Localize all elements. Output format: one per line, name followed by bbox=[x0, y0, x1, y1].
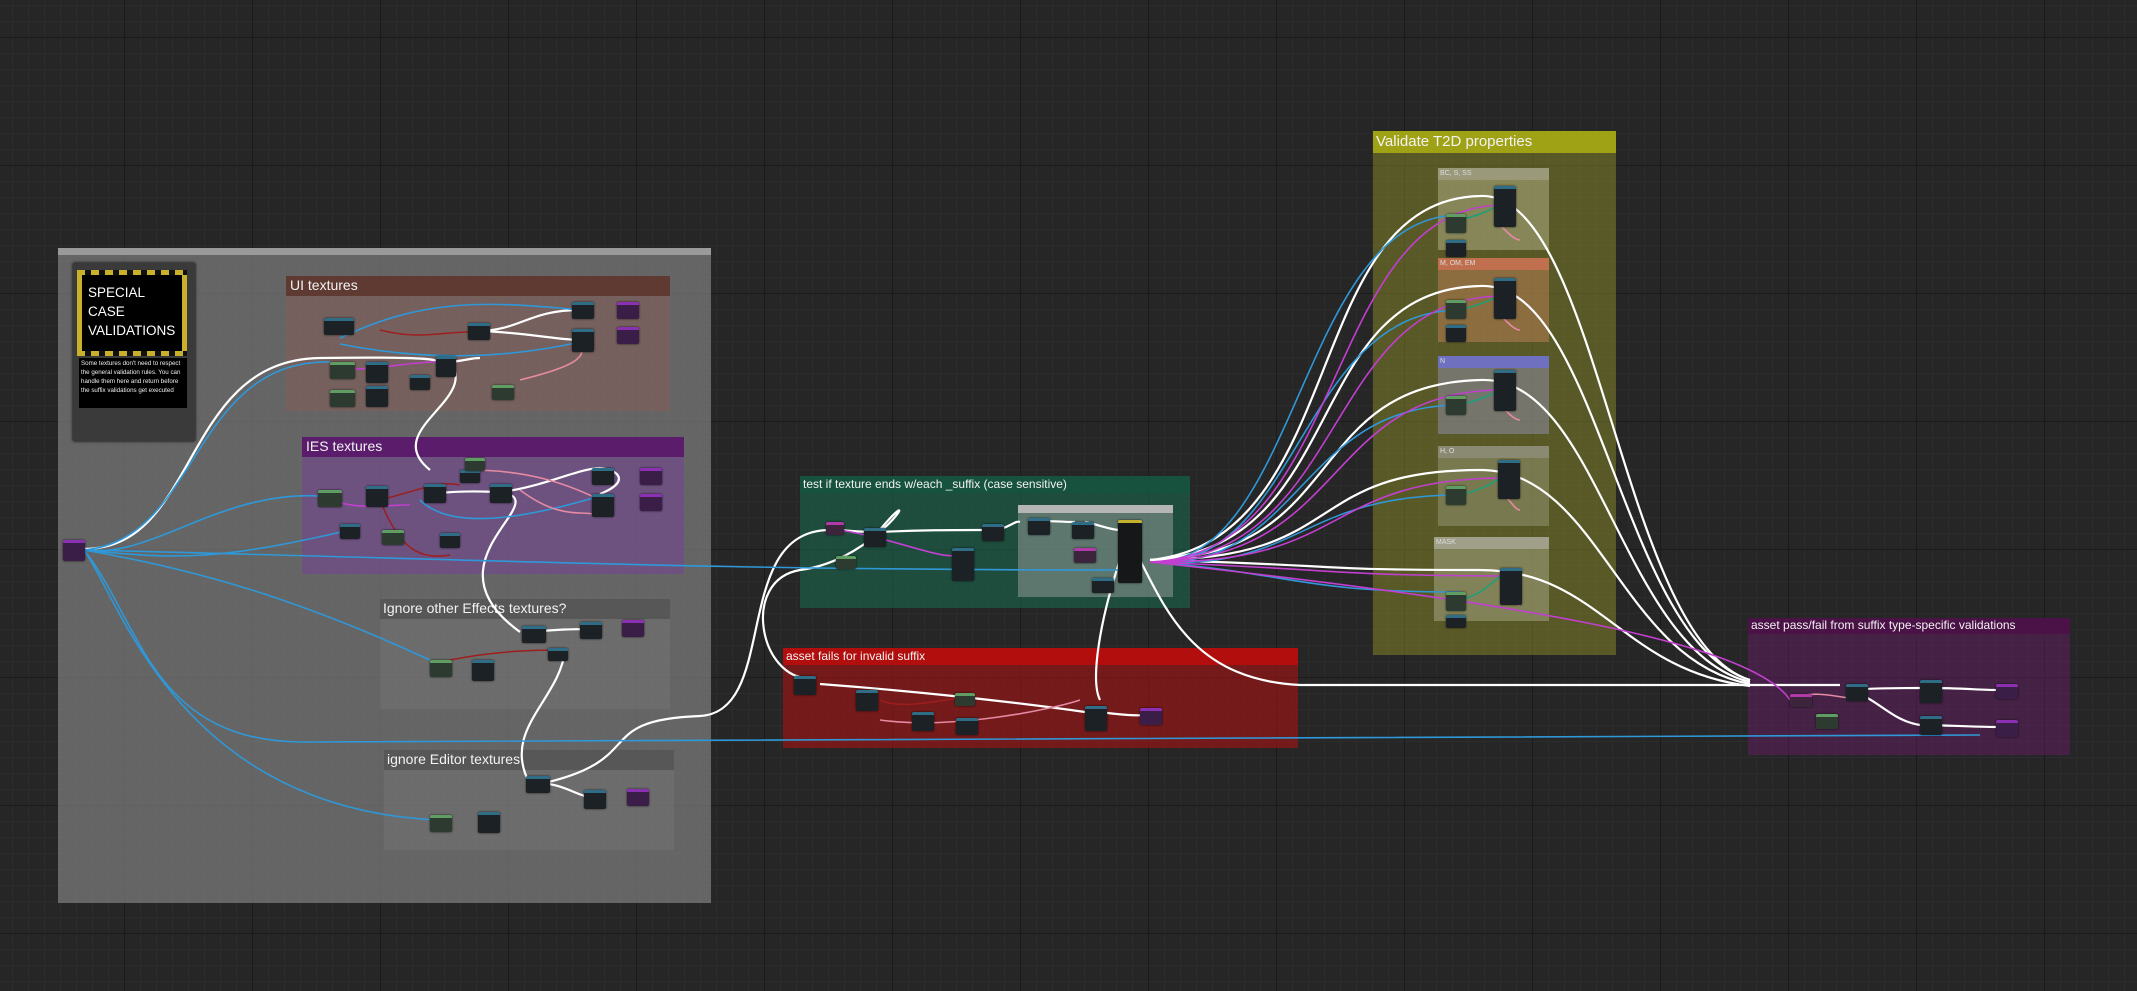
blueprint-node[interactable] bbox=[1498, 460, 1520, 499]
blueprint-node[interactable] bbox=[794, 676, 816, 695]
blueprint-node[interactable] bbox=[1996, 720, 2018, 737]
blueprint-node[interactable] bbox=[63, 540, 85, 561]
subcomment-title: M, OM, EM bbox=[1438, 258, 1549, 270]
blueprint-node[interactable] bbox=[1790, 694, 1812, 707]
blueprint-node[interactable] bbox=[640, 494, 662, 511]
blueprint-node[interactable] bbox=[1500, 568, 1522, 605]
blueprint-node[interactable] bbox=[526, 776, 550, 793]
blueprint-node[interactable] bbox=[1072, 522, 1094, 539]
blueprint-node[interactable] bbox=[572, 329, 594, 352]
blueprint-node[interactable] bbox=[324, 318, 354, 335]
blueprint-node[interactable] bbox=[1446, 486, 1466, 505]
blueprint-node[interactable] bbox=[1446, 615, 1466, 628]
blueprint-node[interactable] bbox=[1085, 706, 1107, 731]
special-case-description: Some textures don't need to respect the … bbox=[79, 358, 187, 408]
blueprint-node[interactable] bbox=[1446, 396, 1466, 415]
subcomment-title: BC, S, SS bbox=[1438, 168, 1549, 180]
blueprint-node[interactable] bbox=[1118, 520, 1142, 583]
blueprint-node[interactable] bbox=[826, 522, 844, 535]
pass-fail-comment-box[interactable]: asset pass/fail from suffix type-specifi… bbox=[1748, 618, 2070, 755]
blueprint-node[interactable] bbox=[465, 458, 485, 471]
blueprint-node[interactable] bbox=[330, 362, 355, 379]
blueprint-node[interactable] bbox=[592, 494, 614, 517]
blueprint-node[interactable] bbox=[430, 815, 452, 832]
blueprint-node[interactable] bbox=[864, 528, 886, 547]
blueprint-node[interactable] bbox=[430, 660, 452, 677]
blueprint-node[interactable] bbox=[472, 660, 494, 681]
blueprint-node[interactable] bbox=[1494, 278, 1516, 319]
blueprint-node[interactable] bbox=[478, 812, 500, 833]
blueprint-node[interactable] bbox=[640, 468, 662, 485]
blueprint-graph-canvas[interactable]: { "graph": { "grid_color": "#262626", "c… bbox=[0, 0, 2137, 991]
blueprint-node[interactable] bbox=[836, 556, 856, 569]
blueprint-node[interactable] bbox=[1446, 240, 1466, 257]
blueprint-node[interactable] bbox=[617, 302, 639, 319]
blueprint-node[interactable] bbox=[440, 533, 460, 548]
comment-title: asset fails for invalid suffix bbox=[783, 648, 1298, 665]
blueprint-node[interactable] bbox=[955, 693, 975, 706]
blueprint-node[interactable] bbox=[340, 524, 360, 539]
blueprint-node[interactable] bbox=[548, 648, 568, 661]
comment-title: test if texture ends w/each _suffix (cas… bbox=[800, 476, 1190, 493]
hazard-frame: SPECIAL CASE VALIDATIONS bbox=[77, 270, 187, 356]
blueprint-node[interactable] bbox=[492, 385, 514, 400]
subcomment-title: MASK bbox=[1434, 537, 1549, 549]
blueprint-node[interactable] bbox=[622, 620, 644, 637]
blueprint-node[interactable] bbox=[572, 302, 594, 319]
comment-title: Ignore other Effects textures? bbox=[380, 599, 670, 619]
blueprint-node[interactable] bbox=[366, 386, 388, 407]
blueprint-node[interactable] bbox=[580, 622, 602, 639]
blueprint-node[interactable] bbox=[1446, 300, 1466, 319]
comment-title: UI textures bbox=[286, 276, 670, 296]
blueprint-node[interactable] bbox=[1920, 680, 1942, 703]
blueprint-node[interactable] bbox=[1996, 684, 2018, 699]
blueprint-node[interactable] bbox=[1446, 592, 1466, 611]
blueprint-node[interactable] bbox=[982, 524, 1004, 541]
blueprint-node[interactable] bbox=[382, 530, 404, 545]
blueprint-node[interactable] bbox=[1446, 214, 1466, 233]
blueprint-node[interactable] bbox=[1494, 186, 1516, 227]
special-case-heading: SPECIAL CASE VALIDATIONS bbox=[88, 285, 176, 338]
ies-textures-comment-box[interactable]: IES textures bbox=[302, 437, 684, 574]
comment-title: asset pass/fail from suffix type-specifi… bbox=[1748, 618, 2070, 634]
blueprint-node[interactable] bbox=[490, 484, 512, 503]
blueprint-node[interactable] bbox=[1816, 714, 1838, 729]
blueprint-node[interactable] bbox=[1446, 325, 1466, 342]
blueprint-node[interactable] bbox=[522, 626, 546, 643]
special-case-note-card[interactable]: SPECIAL CASE VALIDATIONS Some textures d… bbox=[73, 263, 195, 441]
subcomment-title: H, O bbox=[1438, 446, 1549, 458]
blueprint-node[interactable] bbox=[956, 718, 978, 735]
blueprint-node[interactable] bbox=[592, 468, 614, 485]
blueprint-node[interactable] bbox=[1074, 548, 1096, 563]
blueprint-node[interactable] bbox=[1140, 708, 1162, 725]
blueprint-node[interactable] bbox=[436, 356, 456, 377]
blueprint-node[interactable] bbox=[1846, 684, 1868, 701]
blueprint-node[interactable] bbox=[952, 548, 974, 581]
subcomment-title: N bbox=[1438, 356, 1549, 368]
blueprint-node[interactable] bbox=[366, 362, 388, 383]
blueprint-node[interactable] bbox=[1092, 578, 1114, 593]
blueprint-node[interactable] bbox=[1494, 370, 1516, 411]
blueprint-node[interactable] bbox=[617, 327, 639, 344]
comment-title: ignore Editor textures bbox=[384, 750, 674, 770]
blueprint-node[interactable] bbox=[627, 789, 649, 806]
blueprint-node[interactable] bbox=[584, 790, 606, 809]
blueprint-node[interactable] bbox=[318, 490, 342, 507]
blueprint-node[interactable] bbox=[424, 484, 446, 503]
comment-title: Validate T2D properties bbox=[1373, 131, 1616, 153]
blueprint-node[interactable] bbox=[410, 375, 430, 390]
blueprint-node[interactable] bbox=[1028, 518, 1050, 535]
blueprint-node[interactable] bbox=[1920, 716, 1942, 735]
blueprint-node[interactable] bbox=[856, 690, 878, 711]
comment-title: IES textures bbox=[302, 437, 684, 457]
blueprint-node[interactable] bbox=[912, 712, 934, 731]
ignore-effects-comment-box[interactable]: Ignore other Effects textures? bbox=[380, 599, 670, 709]
blueprint-node[interactable] bbox=[330, 390, 355, 407]
blueprint-node[interactable] bbox=[468, 323, 490, 340]
blueprint-node[interactable] bbox=[366, 486, 388, 507]
blueprint-node[interactable] bbox=[460, 470, 480, 483]
